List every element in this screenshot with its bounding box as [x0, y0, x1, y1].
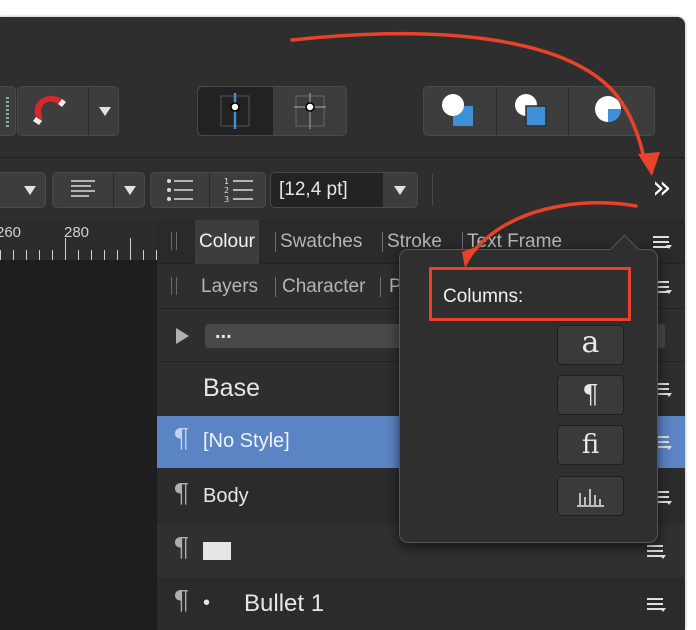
bullet-marker: • [203, 592, 211, 614]
list-group: 123 [150, 172, 266, 208]
align-left-icon [71, 180, 95, 197]
style-label: [No Style] [203, 430, 290, 452]
document-canvas[interactable] [0, 261, 157, 630]
character-style-icon: a [581, 325, 600, 360]
grid-button[interactable] [0, 86, 16, 136]
chevron-down-icon [124, 186, 136, 195]
tab-divider [380, 277, 381, 297]
align-vertical-button[interactable] [198, 87, 273, 135]
style-label: Bullet 1 [244, 590, 325, 617]
line-spacing-combo: [12,4 pt] [270, 172, 418, 208]
pilcrow-icon: ¶ [582, 380, 599, 410]
snapping-button[interactable] [18, 87, 88, 135]
toolbar-divider [432, 174, 433, 206]
columns-highlight-box [429, 267, 631, 321]
style-label: Body [203, 485, 249, 507]
text-toolbar: 123 [12,4 pt] » [0, 158, 685, 221]
tab-divider [275, 277, 276, 297]
overflow-button[interactable]: » [648, 168, 678, 210]
style-label: Base [203, 374, 260, 402]
bullet-list-icon [167, 179, 193, 201]
svg-text:3: 3 [224, 195, 229, 204]
chevron-down-icon [666, 501, 672, 505]
style-swatch [203, 542, 231, 560]
columns-icon [577, 489, 604, 507]
bullet-list-button[interactable] [151, 173, 209, 207]
shape-subtract-icon [515, 94, 547, 127]
drag-handle[interactable] [171, 232, 177, 250]
pilcrow-icon: ¶ [173, 479, 190, 509]
numbered-list-button[interactable]: 123 [209, 173, 267, 207]
vertical-baseline-icon [220, 93, 250, 129]
tab-swatches[interactable]: Swatches [276, 220, 366, 264]
paragraph-align-group [52, 172, 145, 208]
expand-triangle-icon[interactable] [176, 328, 189, 344]
ruler-tick-label: 260 [0, 224, 22, 241]
chevron-down-icon [660, 555, 666, 559]
line-spacing-value: [12,4 pt] [279, 179, 348, 200]
crosshair-icon [294, 93, 326, 129]
chevron-down-icon [666, 245, 672, 249]
typography-button[interactable]: ﬁ [557, 425, 624, 465]
tab-layers[interactable]: Layers [197, 265, 262, 309]
shape-add-icon [442, 94, 473, 126]
ruler-major-tick [65, 238, 66, 260]
magnet-icon [33, 95, 66, 125]
ruler-tick-label: 280 [64, 224, 90, 241]
add-shape-button[interactable] [424, 87, 496, 135]
shape-intersect-icon [595, 96, 621, 122]
snapping-dropdown[interactable] [88, 87, 120, 135]
horizontal-ruler: 260 280 [0, 220, 157, 261]
chevron-down-icon [394, 186, 406, 195]
style-row-bullet-1[interactable]: ¶ • Bullet 1 [157, 578, 685, 630]
ligature-icon: ﬁ [581, 430, 600, 460]
tab-colour[interactable]: Colour [195, 220, 259, 264]
align-left-button[interactable] [53, 173, 113, 207]
chevron-down-icon [24, 186, 36, 195]
intersect-shape-button[interactable] [568, 87, 656, 135]
font-dropdown[interactable] [0, 172, 46, 208]
drag-handle[interactable] [171, 277, 177, 295]
pilcrow-icon: ¶ [173, 586, 190, 616]
tab-character[interactable]: Character [278, 265, 369, 309]
paragraph-style-button[interactable]: ¶ [557, 375, 624, 415]
alignment-group [197, 86, 347, 136]
main-toolbar [0, 17, 685, 158]
chevron-down-icon [666, 290, 672, 294]
snapping-group [17, 86, 119, 136]
chevron-down-icon [660, 608, 666, 612]
svg-text:1: 1 [224, 177, 229, 186]
subtract-shape-button[interactable] [496, 87, 568, 135]
ruler-ticks [0, 250, 157, 260]
character-style-button[interactable]: a [557, 325, 624, 365]
double-chevron-right-icon: » [652, 168, 672, 206]
pilcrow-icon: ¶ [173, 533, 190, 563]
chevron-down-icon [666, 446, 672, 450]
ruler-major-tick [130, 238, 131, 260]
svg-text:2: 2 [224, 186, 229, 195]
chevron-down-icon [99, 107, 111, 116]
align-cross-button[interactable] [273, 87, 348, 135]
style-filter-value: ... [215, 321, 232, 343]
boolean-group [423, 86, 655, 136]
columns-button[interactable] [557, 476, 624, 516]
line-spacing-dropdown[interactable] [383, 173, 419, 207]
numbered-list-icon: 123 [224, 177, 253, 204]
chevron-down-icon [666, 393, 672, 397]
align-dropdown[interactable] [113, 173, 146, 207]
pilcrow-icon: ¶ [173, 424, 190, 454]
line-spacing-field[interactable]: [12,4 pt] [271, 173, 383, 207]
